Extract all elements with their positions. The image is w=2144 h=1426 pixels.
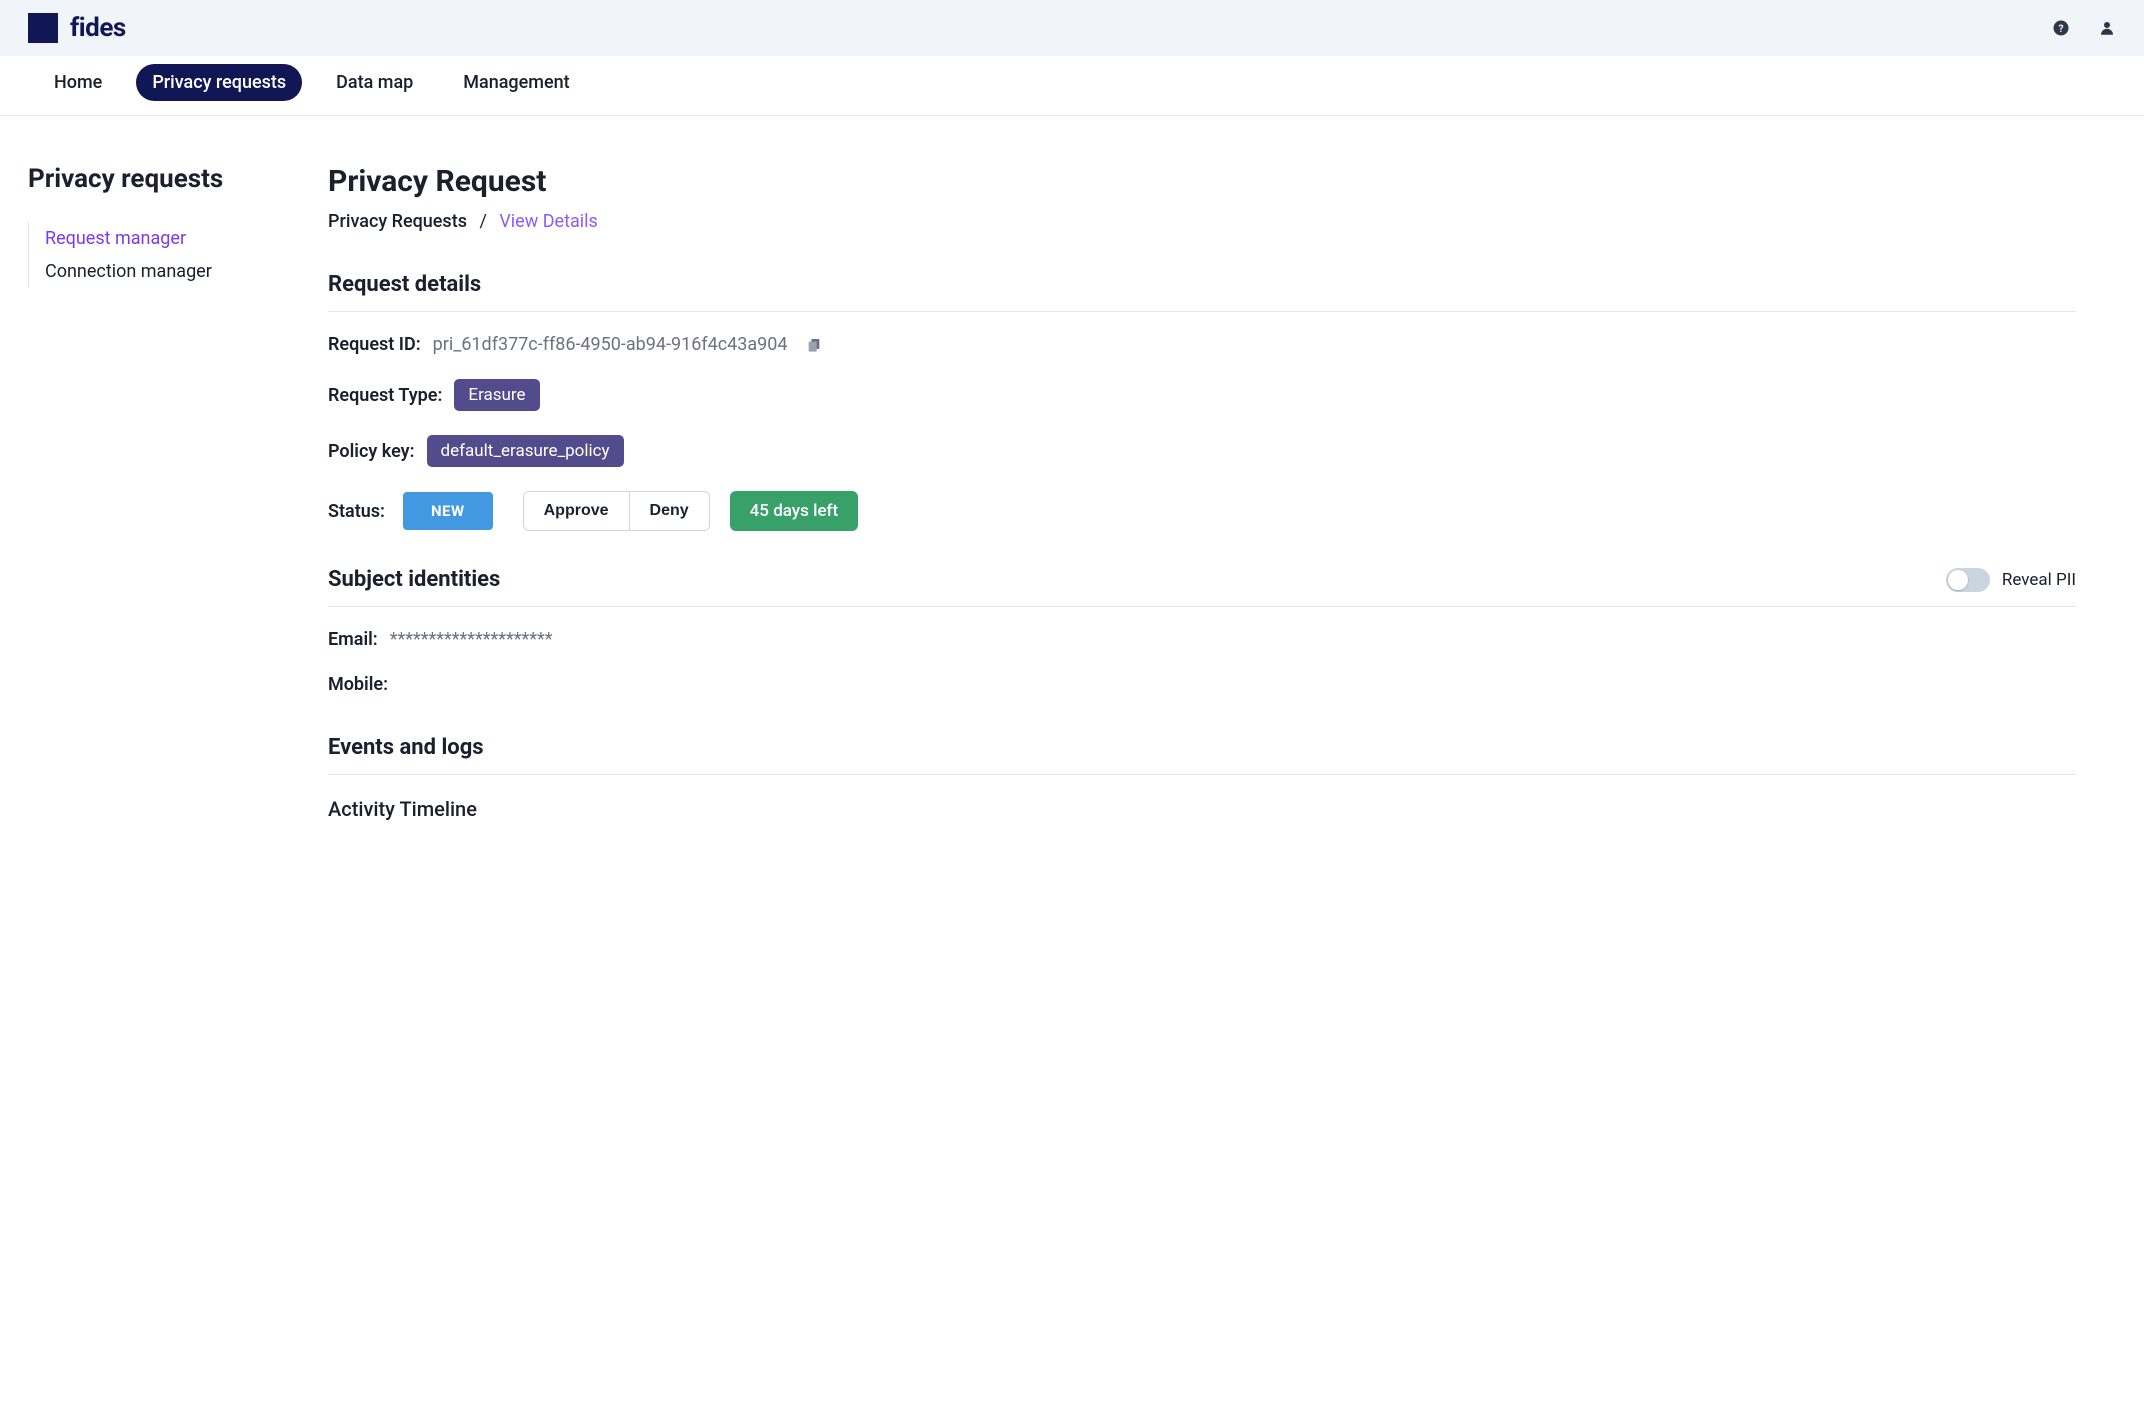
- header-icons: ?: [2052, 19, 2116, 37]
- nav-privacy-requests[interactable]: Privacy requests: [136, 64, 302, 101]
- copy-icon[interactable]: [806, 336, 822, 354]
- email-value: *********************: [390, 629, 553, 650]
- email-row: Email: *********************: [328, 629, 2076, 650]
- help-icon[interactable]: ?: [2052, 19, 2070, 37]
- sidebar: Privacy requests Request manager Connect…: [28, 164, 288, 821]
- deny-button[interactable]: Deny: [630, 492, 709, 530]
- policy-key-row: Policy key: default_erasure_policy: [328, 435, 2076, 467]
- reveal-pii-toggle[interactable]: [1946, 568, 1990, 592]
- svg-text:?: ?: [2058, 22, 2063, 35]
- mobile-label: Mobile:: [328, 674, 388, 695]
- divider: [328, 774, 2076, 775]
- user-icon[interactable]: [2098, 19, 2116, 37]
- sidebar-list: Request manager Connection manager: [28, 222, 288, 288]
- request-id-value: pri_61df377c-ff86-4950-ab94-916f4c43a904: [433, 334, 788, 355]
- subject-identities-header: Subject identities Reveal PII: [328, 567, 2076, 592]
- brand-text: fides: [70, 13, 126, 43]
- sidebar-title: Privacy requests: [28, 164, 288, 194]
- divider: [328, 606, 2076, 607]
- subject-identities-title: Subject identities: [328, 567, 500, 592]
- breadcrumb: Privacy Requests / View Details: [328, 211, 2076, 232]
- mobile-row: Mobile:: [328, 674, 2076, 695]
- divider: [328, 311, 2076, 312]
- toggle-knob: [1948, 570, 1968, 590]
- status-label: Status:: [328, 501, 385, 522]
- policy-key-label: Policy key:: [328, 441, 415, 462]
- main-content: Privacy Request Privacy Requests / View …: [328, 164, 2116, 821]
- nav-home[interactable]: Home: [38, 64, 118, 101]
- request-id-label: Request ID:: [328, 334, 421, 355]
- nav-management[interactable]: Management: [447, 64, 585, 101]
- page-title: Privacy Request: [328, 164, 2076, 199]
- request-type-label: Request Type:: [328, 385, 442, 406]
- breadcrumb-root[interactable]: Privacy Requests: [328, 211, 467, 232]
- approve-button[interactable]: Approve: [524, 492, 630, 530]
- sidebar-item-request-manager[interactable]: Request manager: [45, 222, 288, 255]
- request-type-badge: Erasure: [454, 379, 539, 411]
- policy-key-badge: default_erasure_policy: [427, 435, 624, 467]
- sidebar-item-connection-manager[interactable]: Connection manager: [45, 255, 288, 288]
- activity-timeline-heading: Activity Timeline: [328, 797, 2076, 821]
- nav-data-map[interactable]: Data map: [320, 64, 429, 101]
- days-left-badge: 45 days left: [730, 491, 859, 531]
- header-bar: fides ?: [0, 0, 2144, 56]
- approval-buttons: Approve Deny: [523, 491, 710, 531]
- logo[interactable]: fides: [28, 13, 126, 43]
- status-row: Status: NEW Approve Deny 45 days left: [328, 491, 2076, 531]
- nav-bar: Home Privacy requests Data map Managemen…: [0, 56, 2144, 116]
- reveal-pii-wrap: Reveal PII: [1946, 568, 2076, 592]
- breadcrumb-current: View Details: [499, 211, 597, 232]
- breadcrumb-separator: /: [479, 211, 486, 232]
- events-title: Events and logs: [328, 735, 2076, 760]
- email-label: Email:: [328, 629, 378, 650]
- request-type-row: Request Type: Erasure: [328, 379, 2076, 411]
- status-badge: NEW: [403, 492, 493, 530]
- logo-icon: [28, 13, 58, 43]
- request-details-title: Request details: [328, 272, 2076, 297]
- reveal-pii-label: Reveal PII: [2002, 570, 2076, 590]
- request-id-row: Request ID: pri_61df377c-ff86-4950-ab94-…: [328, 334, 2076, 355]
